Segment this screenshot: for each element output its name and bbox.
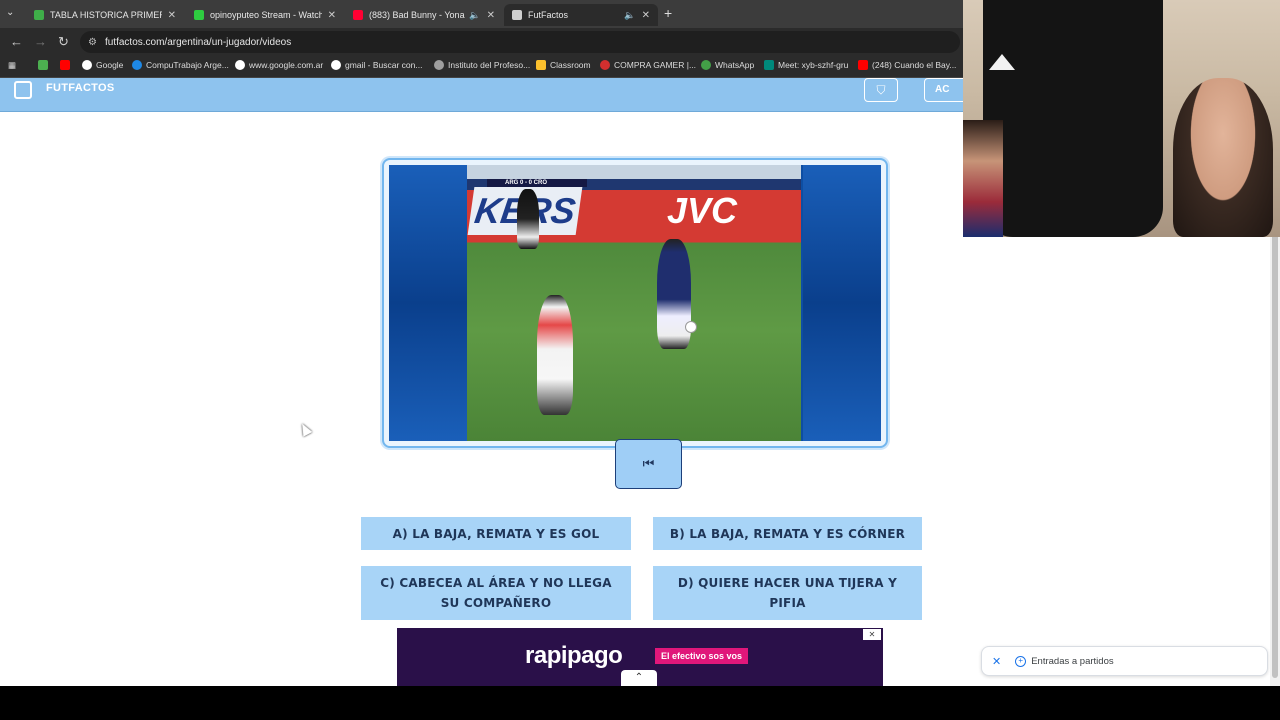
scrollbar-thumb[interactable] bbox=[1272, 218, 1278, 678]
google-icon bbox=[82, 60, 92, 70]
person-left bbox=[963, 120, 1003, 237]
tab-title: TABLA HISTORICA PRIMERA DIVISION bbox=[50, 10, 162, 20]
bookmark-label: WhatsApp bbox=[715, 60, 755, 70]
referee-figure bbox=[517, 189, 539, 249]
bookmark-favicon-icon bbox=[434, 60, 444, 70]
tab-favicon-icon bbox=[512, 10, 522, 20]
back-arrow-icon[interactable]: ← bbox=[10, 34, 23, 49]
site-logo-text[interactable]: FUTFACTOS bbox=[46, 82, 115, 94]
tab-title: opinoyputeo Stream - Watch Live bbox=[210, 10, 322, 20]
bookmark-label: Instituto del Profeso... bbox=[448, 60, 531, 70]
apps-grid-icon[interactable]: ▦ bbox=[8, 60, 16, 71]
video-canvas[interactable]: ARG 0 - 0 CRO KERS JVC bbox=[389, 165, 881, 441]
bookmark-youtube-video[interactable]: (248) Cuando el Bay... bbox=[858, 60, 956, 70]
close-tab-icon[interactable]: ✕ bbox=[642, 10, 650, 21]
bookmark-meet[interactable]: Meet: xyb-szhf-gru bbox=[764, 60, 848, 70]
bookmark-whatsapp[interactable]: WhatsApp bbox=[701, 60, 754, 70]
bookmark-google-ar[interactable]: www.google.com.ar bbox=[235, 60, 323, 70]
score-overlay: ARG 0 - 0 CRO bbox=[487, 179, 587, 187]
youtube-icon bbox=[60, 60, 70, 70]
site-info-icon[interactable]: ⚙ bbox=[88, 37, 97, 48]
bookmark-label: Meet: xyb-szhf-gru bbox=[778, 60, 849, 70]
match-footage: ARG 0 - 0 CRO KERS JVC bbox=[467, 165, 801, 441]
tab-favicon-icon bbox=[353, 10, 363, 20]
close-tab-icon[interactable]: ✕ bbox=[487, 10, 495, 21]
answer-option-b[interactable]: B) LA BAJA, REMATA Y ES CÓRNER bbox=[653, 517, 922, 550]
bookmark-favicon-icon bbox=[132, 60, 142, 70]
bookmark-gmail-search[interactable]: gmail - Buscar con... bbox=[331, 60, 422, 70]
screen: ⌄ TABLA HISTORICA PRIMERA DIVISION ✕ opi… bbox=[0, 0, 1280, 720]
taskbar bbox=[0, 686, 1280, 720]
bookmark-item[interactable] bbox=[60, 60, 74, 70]
video-player[interactable]: ARG 0 - 0 CRO KERS JVC bbox=[382, 158, 888, 448]
futfactos-logo-icon[interactable] bbox=[14, 81, 32, 99]
bookmark-label: gmail - Buscar con... bbox=[345, 60, 423, 70]
skip-back-icon: ⏮ bbox=[642, 456, 655, 471]
answer-option-c[interactable]: C) CABECEA AL ÁREA Y NO LLEGA SU COMPAÑE… bbox=[361, 566, 631, 620]
bookmark-label: COMPRA GAMER |... bbox=[614, 60, 697, 70]
tab-opinoyputeo[interactable]: opinoyputeo Stream - Watch Live ✕ bbox=[186, 4, 344, 26]
person-right bbox=[1173, 78, 1273, 237]
google-icon bbox=[235, 60, 245, 70]
bookmark-label: (248) Cuando el Bay... bbox=[872, 60, 957, 70]
person-shirt bbox=[983, 0, 1163, 237]
youtube-icon bbox=[858, 60, 868, 70]
tab-futfactos[interactable]: FutFactos 🔈 ✕ bbox=[504, 4, 658, 26]
mouse-cursor-icon bbox=[297, 421, 313, 437]
rewind-button[interactable]: ⏮ bbox=[615, 439, 682, 489]
tab-favicon-icon bbox=[194, 10, 204, 20]
bookmark-computrabajo[interactable]: CompuTrabajo Arge... bbox=[132, 60, 229, 70]
ad-brand: rapipago bbox=[525, 642, 623, 669]
new-tab-plus-icon[interactable]: + bbox=[664, 5, 672, 21]
google-icon bbox=[331, 60, 341, 70]
answer-option-a[interactable]: A) LA BAJA, REMATA Y ES GOL bbox=[361, 517, 631, 550]
add-circle-icon: + bbox=[1015, 655, 1027, 667]
croatia-player-figure bbox=[537, 295, 573, 415]
tab-title: (883) Bad Bunny - Yonaguni bbox=[369, 10, 465, 20]
bookmark-label: CompuTrabajo Arge... bbox=[146, 60, 229, 70]
forward-arrow-icon[interactable]: → bbox=[34, 34, 47, 49]
classroom-icon bbox=[536, 60, 546, 70]
video-side-pattern bbox=[389, 165, 467, 441]
bookmark-classroom[interactable]: Classroom bbox=[536, 60, 591, 70]
bookmark-label: Classroom bbox=[550, 60, 591, 70]
speaker-icon[interactable]: 🔈 bbox=[624, 10, 635, 21]
notification-label: Entradas a partidos bbox=[1031, 655, 1114, 667]
url-text: futfactos.com/argentina/un-jugador/video… bbox=[104, 36, 292, 48]
ad-close-icon[interactable]: ✕ bbox=[863, 629, 881, 640]
bookmark-instituto[interactable]: Instituto del Profeso... bbox=[434, 60, 530, 70]
ball-icon bbox=[685, 321, 697, 333]
close-tab-icon[interactable]: ✕ bbox=[168, 10, 176, 21]
board-right: JVC bbox=[667, 190, 738, 231]
bookmark-label: Google bbox=[96, 60, 124, 70]
speaker-icon[interactable]: 🔈 bbox=[469, 10, 480, 21]
argentina-player-figure bbox=[657, 239, 691, 349]
shield-icon[interactable]: ⛉ bbox=[864, 78, 898, 102]
answer-option-d[interactable]: D) QUIERE HACER UNA TIJERA Y PIFIA bbox=[653, 566, 922, 620]
video-side-pattern bbox=[803, 165, 881, 441]
ad-banner[interactable]: rapipago El efectivo sos vos ✕ ⌃ bbox=[397, 628, 883, 686]
notification-chip[interactable]: ✕ + Entradas a partidos bbox=[981, 646, 1268, 676]
tab-title: FutFactos bbox=[528, 10, 569, 20]
bookmark-compra-gamer[interactable]: COMPRA GAMER |... bbox=[600, 60, 696, 70]
ad-tagline: El efectivo sos vos bbox=[655, 648, 749, 664]
tab-tabla-historica[interactable]: TABLA HISTORICA PRIMERA DIVISION ✕ bbox=[26, 4, 184, 26]
bookmark-favicon-icon bbox=[600, 60, 610, 70]
address-bar[interactable]: ⚙ futfactos.com/argentina/un-jugador/vid… bbox=[80, 31, 960, 53]
webcam-overlay bbox=[963, 0, 1280, 237]
bookmark-favicon-icon bbox=[38, 60, 48, 70]
tab-bad-bunny[interactable]: (883) Bad Bunny - Yonaguni 🔈 ✕ bbox=[345, 4, 503, 26]
reload-icon[interactable]: ↻ bbox=[58, 34, 69, 50]
close-tab-icon[interactable]: ✕ bbox=[328, 10, 336, 21]
whatsapp-icon bbox=[701, 60, 711, 70]
chevron-up-icon[interactable]: ⌃ bbox=[621, 670, 657, 686]
bookmark-google[interactable]: Google bbox=[82, 60, 123, 70]
tab-search-chevron-icon[interactable]: ⌄ bbox=[6, 7, 14, 18]
close-icon[interactable]: ✕ bbox=[992, 655, 1001, 668]
meet-icon bbox=[764, 60, 774, 70]
bookmark-item[interactable] bbox=[38, 60, 52, 70]
bookmark-label: www.google.com.ar bbox=[249, 60, 324, 70]
tab-favicon-icon bbox=[34, 10, 44, 20]
